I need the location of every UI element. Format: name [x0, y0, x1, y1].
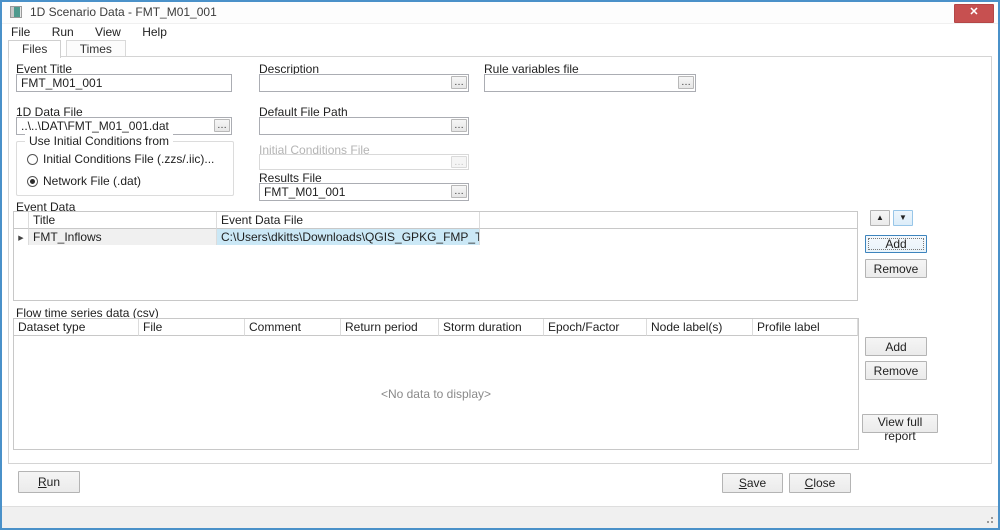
- results-file-input[interactable]: [259, 183, 469, 201]
- ellipsis-icon: …: [454, 157, 464, 168]
- flow-data-grid: Dataset type File Comment Return period …: [13, 318, 859, 450]
- menu-view[interactable]: View: [86, 24, 130, 39]
- data-file-input[interactable]: [16, 117, 232, 135]
- close-button[interactable]: ✕: [954, 4, 994, 23]
- no-data-placeholder: <No data to display>: [14, 387, 858, 401]
- column-header-title[interactable]: Title: [29, 212, 217, 229]
- data-file-browse-button[interactable]: …: [214, 119, 230, 132]
- ellipsis-icon: …: [681, 77, 691, 88]
- description-fieldbox: …: [259, 74, 469, 92]
- rule-variables-fieldbox: …: [484, 74, 696, 92]
- initial-conditions-fieldbox: …: [259, 154, 469, 170]
- move-down-button[interactable]: ▼: [893, 210, 913, 226]
- tab-strip: Files Times: [8, 40, 127, 57]
- menu-bar: File Run View Help: [2, 23, 998, 41]
- results-file-fieldbox: …: [259, 183, 469, 201]
- column-header-epoch-factor[interactable]: Epoch/Factor: [544, 319, 647, 336]
- event-title-input[interactable]: [16, 74, 232, 92]
- run-button[interactable]: Run: [18, 471, 80, 493]
- column-header-storm-duration[interactable]: Storm duration: [439, 319, 544, 336]
- column-header-profile-label[interactable]: Profile label: [753, 319, 858, 336]
- description-input[interactable]: [259, 74, 469, 92]
- title-bar[interactable]: 1D Scenario Data - FMT_M01_001 ✕: [2, 2, 998, 23]
- column-header-event-data-file[interactable]: Event Data File: [217, 212, 480, 229]
- column-header-return-period[interactable]: Return period: [341, 319, 439, 336]
- event-title-fieldbox: [16, 74, 232, 92]
- menu-file[interactable]: File: [2, 24, 39, 39]
- radio-icon[interactable]: [27, 154, 38, 165]
- flow-data-add-button[interactable]: Add: [865, 337, 927, 356]
- close-dialog-button[interactable]: Close: [789, 473, 851, 493]
- resize-grip-icon[interactable]: [991, 521, 993, 523]
- column-header-file[interactable]: File: [139, 319, 245, 336]
- flow-data-remove-button[interactable]: Remove: [865, 361, 927, 380]
- initial-conditions-groupbox: Use Initial Conditions from Initial Cond…: [16, 141, 234, 196]
- menu-help[interactable]: Help: [133, 24, 176, 39]
- rule-variables-browse-button[interactable]: …: [678, 76, 694, 89]
- ellipsis-icon: …: [454, 120, 464, 131]
- tab-times[interactable]: Times: [66, 40, 126, 57]
- initial-conditions-group-title: Use Initial Conditions from: [25, 134, 173, 148]
- status-bar: [2, 506, 998, 528]
- row-selector-header: [14, 212, 29, 229]
- default-path-input[interactable]: [259, 117, 469, 135]
- event-data-add-button[interactable]: Add: [865, 235, 927, 253]
- scenario-dialog-window: 1D Scenario Data - FMT_M01_001 ✕ File Ru…: [0, 0, 1000, 530]
- files-tab-page: Event Title Description … Rule variables…: [8, 56, 992, 464]
- description-browse-button[interactable]: …: [451, 76, 467, 89]
- initial-conditions-browse-button: …: [451, 156, 467, 168]
- results-file-browse-button[interactable]: …: [451, 185, 467, 198]
- rule-variables-input[interactable]: [484, 74, 696, 92]
- column-header-dataset-type[interactable]: Dataset type: [14, 319, 139, 336]
- move-up-button[interactable]: ▲: [870, 210, 890, 226]
- column-header-node-labels[interactable]: Node label(s): [647, 319, 753, 336]
- event-title-cell[interactable]: FMT_Inflows: [29, 229, 217, 245]
- table-row[interactable]: ▶ FMT_Inflows C:\Users\dkitts\Downloads\…: [14, 229, 857, 245]
- radio-checked-icon[interactable]: [27, 176, 38, 187]
- ellipsis-icon: …: [454, 77, 464, 88]
- default-path-fieldbox: …: [259, 117, 469, 135]
- data-file-fieldbox: …: [16, 117, 232, 135]
- radio-network-file[interactable]: Network File (.dat): [27, 174, 141, 188]
- default-path-browse-button[interactable]: …: [451, 119, 467, 132]
- up-arrow-icon: ▲: [876, 213, 884, 222]
- event-data-file-cell[interactable]: C:\Users\dkitts\Downloads\QGIS_GPKG_FMP_…: [217, 229, 480, 245]
- row-marker-icon: ▶: [18, 235, 23, 242]
- save-button[interactable]: Save: [722, 473, 783, 493]
- close-icon: ✕: [969, 6, 978, 18]
- down-arrow-icon: ▼: [899, 213, 907, 222]
- window-title: 1D Scenario Data - FMT_M01_001: [30, 5, 217, 19]
- ellipsis-icon: …: [217, 120, 227, 131]
- ellipsis-icon: …: [454, 186, 464, 197]
- tab-files[interactable]: Files: [8, 40, 61, 58]
- radio-initial-conditions-file[interactable]: Initial Conditions File (.zzs/.iic)...: [27, 152, 214, 166]
- column-header-comment[interactable]: Comment: [245, 319, 341, 336]
- view-full-report-button[interactable]: View full report: [862, 414, 938, 433]
- event-data-grid: Title Event Data File ▶ FMT_Inflows C:\U…: [13, 211, 858, 301]
- initial-conditions-input: [259, 154, 469, 170]
- event-data-header-row: Title Event Data File: [14, 212, 857, 229]
- event-data-remove-button[interactable]: Remove: [865, 259, 927, 278]
- app-icon: [10, 6, 22, 18]
- menu-run[interactable]: Run: [43, 24, 83, 39]
- row-selector-cell[interactable]: ▶: [14, 229, 29, 245]
- flow-data-header-row: Dataset type File Comment Return period …: [14, 319, 858, 336]
